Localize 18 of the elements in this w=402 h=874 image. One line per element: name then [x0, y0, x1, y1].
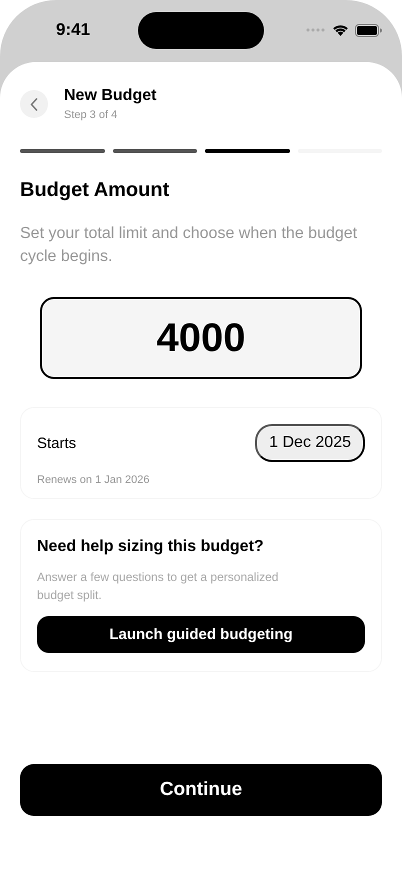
status-time: 9:41 [56, 20, 92, 40]
step-label: Step 3 of 4 [64, 109, 118, 121]
date-chip[interactable]: 1 Dec 2025 [255, 424, 365, 462]
back-button[interactable] [20, 90, 48, 118]
help-description: Answer a few questions to get a personalized budget split. [37, 569, 280, 604]
continue-button[interactable]: Continue [20, 764, 382, 816]
renewal-note: Renews on 1 Jan 2026 [37, 474, 151, 486]
signal-icon [306, 28, 326, 32]
wifi-icon [332, 24, 349, 36]
guided-budgeting-button[interactable]: Launch guided budgeting [37, 616, 365, 653]
screen-title: New Budget [64, 87, 156, 105]
battery-icon [355, 24, 382, 36]
start-label: Starts [37, 434, 76, 452]
section-title: Budget Amount [20, 179, 170, 202]
amount-field[interactable]: 4000 [40, 297, 362, 379]
help-title: Need help sizing this budget? [37, 538, 265, 556]
section-description: Set your total limit and choose when the budget cycle begins. [20, 224, 358, 267]
chevron-left-icon [30, 98, 38, 110]
